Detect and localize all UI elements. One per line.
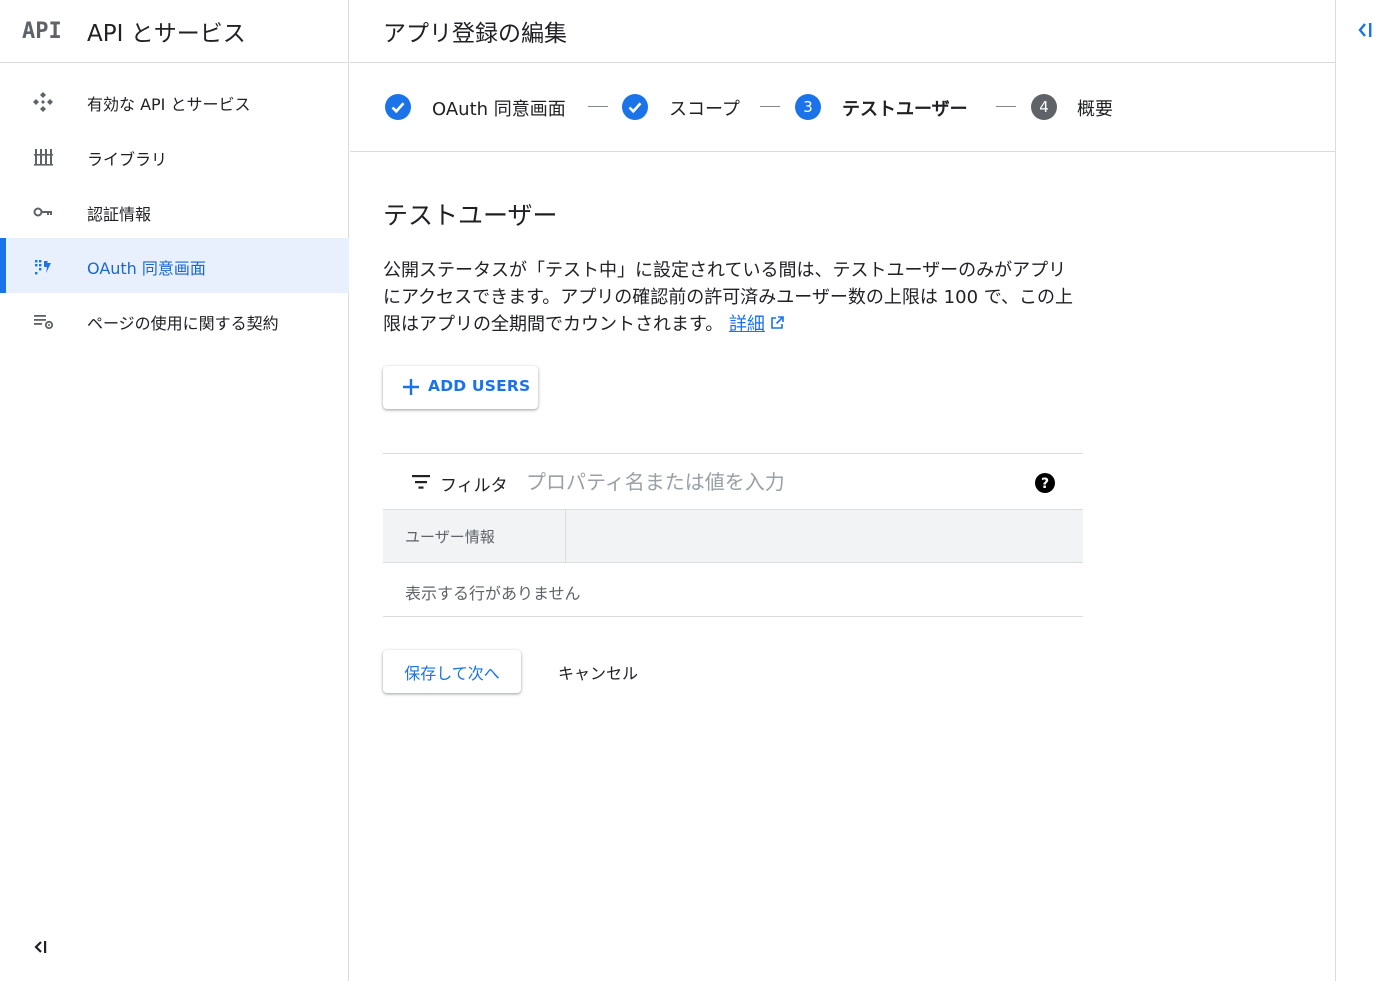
api-logo-icon: API bbox=[22, 19, 62, 43]
step-number-current: 3 bbox=[795, 94, 821, 120]
filter-bar: フィルタ ? bbox=[383, 453, 1083, 509]
step-label-oauth: OAuth 同意画面 bbox=[432, 99, 566, 120]
step-divider bbox=[588, 106, 608, 107]
empty-message: 表示する行がありません bbox=[405, 584, 581, 603]
right-rail bbox=[1335, 0, 1400, 981]
sidebar-item-label: ページの使用に関する契約 bbox=[87, 314, 279, 333]
sidebar-item-library[interactable]: ライブラリ bbox=[0, 129, 349, 184]
add-users-button[interactable]: ADD USERS bbox=[383, 366, 538, 409]
sidebar-item-page-usage-agreements[interactable]: ページの使用に関する契約 bbox=[0, 293, 349, 348]
filter-label: フィルタ bbox=[440, 476, 508, 496]
table-empty-row: 表示する行がありません bbox=[383, 563, 1083, 617]
step-number-upcoming: 4 bbox=[1031, 94, 1057, 120]
consent-grid-icon bbox=[35, 260, 51, 275]
table-header: ユーザー情報 bbox=[383, 509, 1083, 563]
expand-panel-icon[interactable] bbox=[1355, 18, 1379, 42]
section-description: 公開ステータスが「テスト中」に設定されている間は、テストユーザーのみがアプリにア… bbox=[383, 257, 1083, 338]
cancel-button[interactable]: キャンセル bbox=[540, 650, 656, 693]
sidebar-item-label: ライブラリ bbox=[87, 150, 168, 169]
column-header-user-info[interactable]: ユーザー情報 bbox=[383, 510, 566, 562]
api-diamond-icon bbox=[33, 92, 53, 112]
page-header: アプリ登録の編集 bbox=[350, 0, 1335, 63]
page-title: アプリ登録の編集 bbox=[383, 21, 567, 47]
step-done-check-icon bbox=[622, 94, 648, 120]
sidebar-item-enabled-apis[interactable]: 有効な API とサービス bbox=[0, 74, 349, 129]
step-label-test-users: テストユーザー bbox=[842, 99, 968, 120]
column-header-label: ユーザー情報 bbox=[405, 528, 495, 546]
add-users-label: ADD USERS bbox=[428, 377, 531, 395]
library-icon bbox=[34, 149, 53, 166]
save-and-continue-button[interactable]: 保存して次へ bbox=[383, 650, 521, 693]
sidebar-item-oauth-consent[interactable]: OAuth 同意画面 bbox=[0, 238, 349, 293]
step-divider bbox=[996, 106, 1016, 107]
section-title: テストユーザー bbox=[383, 201, 558, 230]
help-icon[interactable]: ? bbox=[1034, 472, 1056, 494]
svg-text:API: API bbox=[22, 19, 62, 43]
sidebar-title: API とサービス bbox=[87, 21, 246, 47]
filter-icon bbox=[412, 475, 430, 489]
svg-text:?: ? bbox=[1041, 476, 1049, 492]
sidebar-item-label: 認証情報 bbox=[87, 205, 152, 224]
step-label-summary: 概要 bbox=[1077, 99, 1113, 120]
sidebar-item-label: OAuth 同意画面 bbox=[87, 259, 206, 278]
step-done-check-icon bbox=[385, 94, 411, 120]
settings-list-icon bbox=[34, 315, 54, 330]
sidebar-header: API API とサービス bbox=[0, 0, 348, 63]
external-link-icon bbox=[771, 316, 784, 329]
sidebar-item-credentials[interactable]: 認証情報 bbox=[0, 184, 349, 239]
step-label-scopes: スコープ bbox=[669, 99, 740, 120]
sidebar-item-label: 有効な API とサービス bbox=[87, 95, 251, 114]
collapse-left-icon[interactable] bbox=[32, 936, 52, 958]
learn-more-link[interactable]: 詳細 bbox=[729, 314, 765, 335]
plus-icon bbox=[403, 379, 419, 395]
key-icon bbox=[33, 207, 52, 217]
filter-input[interactable] bbox=[526, 466, 1016, 498]
step-divider bbox=[760, 106, 780, 107]
sidebar: API API とサービス 有効な API とサービス ライブラリ 認証情報 O… bbox=[0, 0, 349, 981]
